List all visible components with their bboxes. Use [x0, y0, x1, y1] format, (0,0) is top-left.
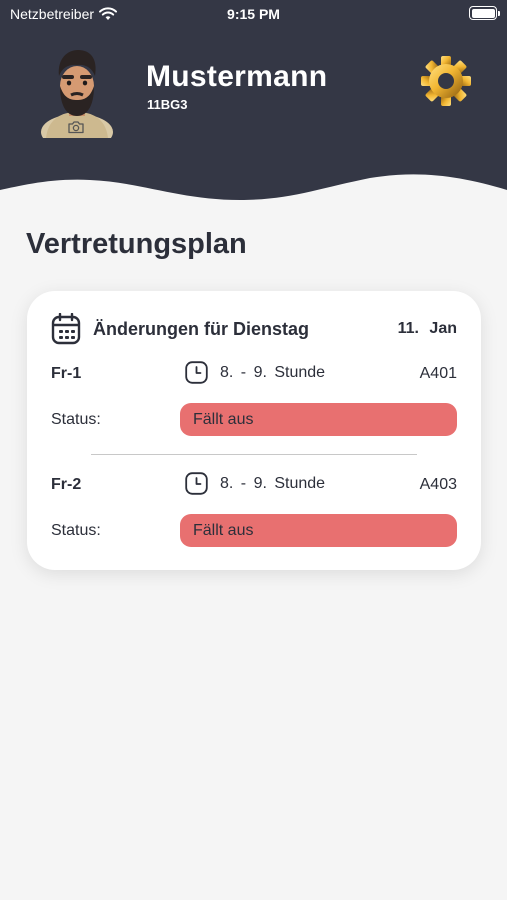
course-name: Fr-2 — [51, 476, 82, 493]
room: A401 — [419, 365, 457, 382]
period-info: 8. - 9. Stunde — [185, 472, 325, 495]
substitution-entry[interactable]: Fr-2 8. - 9. Stunde A403 Status: Fällt a… — [51, 472, 457, 552]
status-badge: Fällt aus — [180, 403, 457, 436]
profile-header: Netzbetreiber 9:15 PM Mustermann 11BG3 — [0, 0, 507, 210]
calendar-icon — [51, 313, 81, 345]
clock-icon — [185, 361, 208, 384]
status-bar: Netzbetreiber 9:15 PM — [0, 0, 507, 28]
card-header: Änderungen für Dienstag 11. Jan — [51, 313, 457, 345]
gear-icon[interactable] — [420, 55, 472, 107]
status-time: 9:15 PM — [227, 6, 280, 22]
period-text: 8. - 9. Stunde — [220, 474, 326, 492]
change-photo-camera-icon[interactable] — [67, 120, 85, 134]
page-title: Vertretungsplan — [26, 228, 247, 260]
substitution-card: Änderungen für Dienstag 11. Jan Fr-1 8. … — [27, 291, 481, 570]
status-badge: Fällt aus — [180, 514, 457, 547]
period-info: 8. - 9. Stunde — [185, 361, 325, 384]
card-date: 11. Jan — [397, 320, 457, 337]
status-label: Status: — [51, 522, 101, 539]
clock-icon — [185, 472, 208, 495]
status-label: Status: — [51, 411, 101, 428]
course-name: Fr-1 — [51, 365, 82, 382]
user-class: 11BG3 — [147, 97, 188, 112]
card-title: Änderungen für Dienstag — [93, 318, 310, 339]
substitution-entry[interactable]: Fr-1 8. - 9. Stunde A401 Status: Fällt a… — [51, 361, 457, 441]
battery-icon — [469, 6, 500, 20]
user-name: Mustermann — [146, 60, 328, 93]
period-text: 8. - 9. Stunde — [220, 363, 326, 381]
divider — [91, 454, 417, 455]
room: A403 — [419, 476, 457, 493]
